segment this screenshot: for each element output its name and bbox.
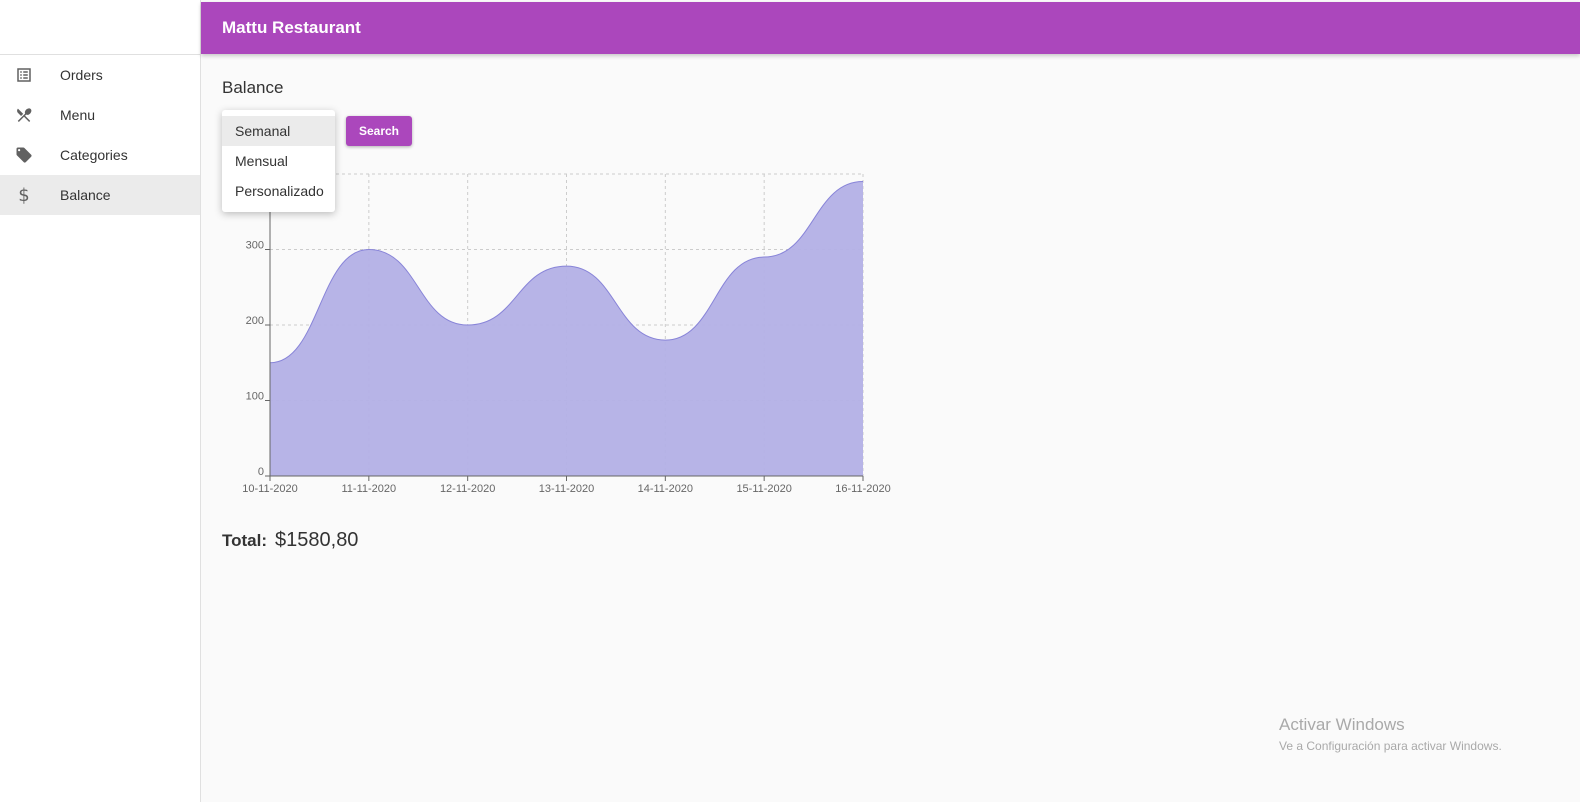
y-tick-label: 0 (258, 466, 264, 478)
main-content: Balance 0 100 200 300 10-11-2020 11-11-2020 12… (201, 54, 1580, 802)
x-tick-label: 15-11-2020 (736, 483, 791, 495)
x-tick-label: 14-11-2020 (638, 483, 693, 495)
sidebar-item-balance[interactable]: $ Balance (0, 175, 200, 215)
y-tick-label: 100 (246, 391, 264, 403)
windows-activation-watermark: Activar Windows Ve a Configuración para … (1279, 715, 1502, 753)
area-series-fill (270, 181, 863, 477)
sidebar-item-label: Menu (60, 107, 96, 123)
total-value: $1580,80 (275, 529, 359, 551)
y-tick-label: 200 (246, 315, 264, 327)
app-bar: Mattu Restaurant (201, 2, 1580, 54)
watermark-subtitle: Ve a Configuración para activar Windows. (1279, 739, 1502, 753)
list-icon (14, 65, 34, 85)
x-tick-label: 13-11-2020 (539, 483, 594, 495)
sidebar-header (0, 0, 200, 55)
period-dropdown-menu[interactable]: Semanal Mensual Personalizado (222, 110, 335, 212)
period-option-semanal[interactable]: Semanal (222, 116, 335, 146)
x-tick-label: 11-11-2020 (342, 483, 397, 495)
period-option-personalizado[interactable]: Personalizado (222, 176, 335, 206)
search-button[interactable]: Search (346, 116, 412, 146)
total-label: Total: (222, 531, 268, 550)
x-tick-label: 16-11-2020 (835, 483, 890, 495)
sidebar-item-orders[interactable]: Orders (0, 55, 200, 95)
sidebar-item-label: Balance (60, 187, 111, 203)
utensils-icon (14, 105, 34, 125)
sidebar-item-menu[interactable]: Menu (0, 95, 200, 135)
total-summary: Total: $1580,80 (222, 529, 358, 552)
sidebar: Orders Menu Categories $ Balance (0, 0, 201, 802)
sidebar-item-label: Orders (60, 67, 103, 83)
x-tick-label: 10-11-2020 (242, 483, 297, 495)
sidebar-item-categories[interactable]: Categories (0, 135, 200, 175)
app-title: Mattu Restaurant (222, 18, 361, 37)
tag-icon (14, 145, 34, 165)
period-option-mensual[interactable]: Mensual (222, 146, 335, 176)
dollar-icon: $ (18, 184, 30, 206)
y-tick-label: 300 (246, 240, 264, 252)
watermark-title: Activar Windows (1279, 715, 1405, 734)
x-tick-label: 12-11-2020 (440, 483, 495, 495)
sidebar-item-label: Categories (60, 147, 128, 163)
